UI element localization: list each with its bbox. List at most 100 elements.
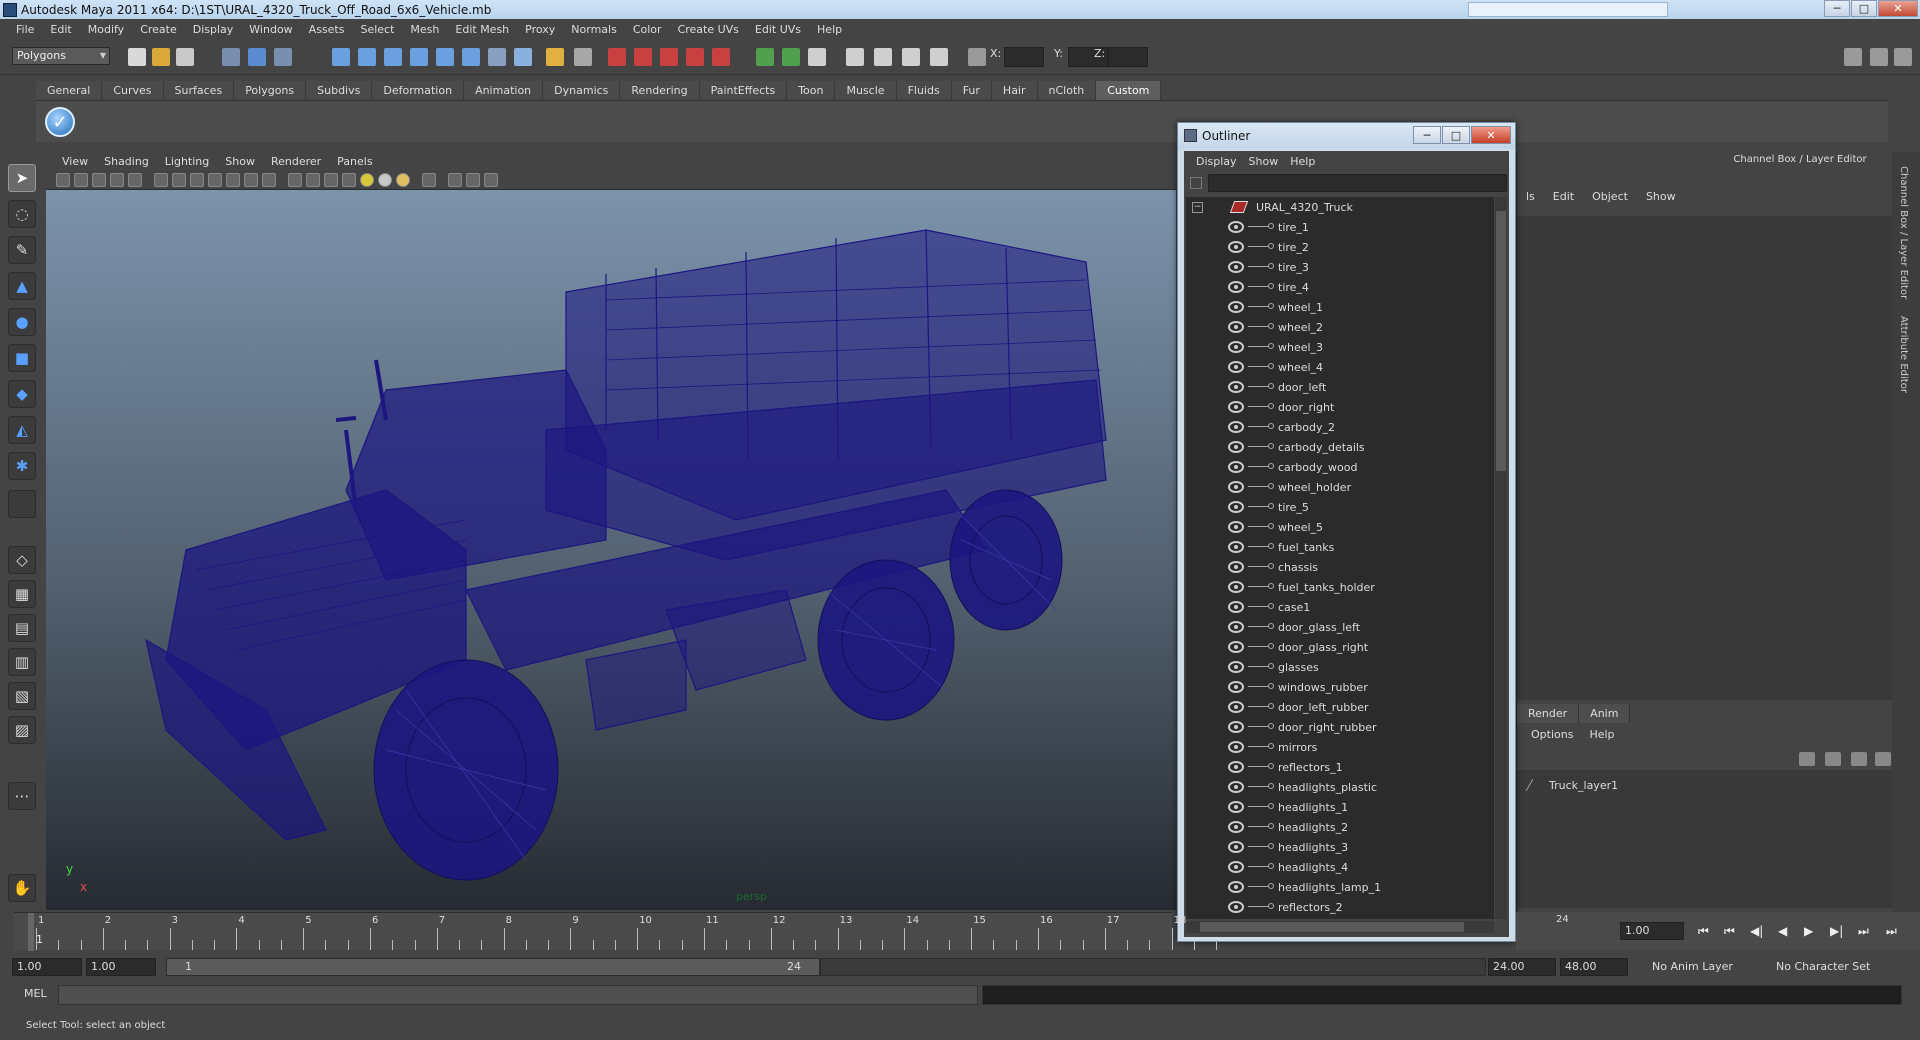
render-view-icon[interactable] [608, 48, 626, 66]
shelf-tab-painteffects[interactable]: PaintEffects [699, 81, 788, 100]
new-layer-selected-icon[interactable] [1825, 752, 1841, 766]
layer-menu-help[interactable]: Help [1589, 728, 1614, 741]
layer-down-icon[interactable] [1875, 752, 1891, 766]
shelf-tab-ncloth[interactable]: nCloth [1037, 81, 1097, 100]
current-time-field[interactable]: 1.00 [1620, 922, 1684, 940]
mel-label[interactable]: MEL [24, 987, 47, 1000]
outliner-item[interactable]: door_right [1186, 397, 1494, 417]
side-tab-attribute-editor[interactable]: Attribute Editor [1898, 316, 1909, 393]
layer-tab-anim[interactable]: Anim [1579, 704, 1631, 723]
current-time-marker[interactable] [28, 913, 34, 951]
go-to-start-icon[interactable]: ⏮ [1698, 924, 1709, 939]
shelf-tab-fluids[interactable]: Fluids [896, 81, 952, 100]
outliner-item[interactable]: wheel_4 [1186, 357, 1494, 377]
range-slider[interactable]: 1 24 [166, 958, 820, 976]
outliner-item[interactable]: wheel_5 [1186, 517, 1494, 537]
panel-menu-view[interactable]: View [54, 155, 96, 168]
ipr-render-icon[interactable] [660, 48, 678, 66]
shelf-tab-hair[interactable]: Hair [991, 81, 1038, 100]
outliner-item[interactable]: headlights_4 [1186, 857, 1494, 877]
menu-edit[interactable]: Edit [42, 23, 79, 36]
menu-normals[interactable]: Normals [563, 23, 625, 36]
render-settings-icon[interactable] [686, 48, 704, 66]
check-icon[interactable]: ✓ [45, 107, 75, 137]
help-query-icon[interactable] [514, 48, 532, 66]
channel-menu-show[interactable]: Show [1637, 190, 1685, 203]
anim-layer-dropdown[interactable]: No Anim Layer [1652, 958, 1733, 976]
last-tool-icon[interactable] [8, 490, 36, 518]
bookmark-icon[interactable] [92, 173, 106, 187]
safe-title-icon[interactable] [262, 173, 276, 187]
step-forward-key-icon[interactable]: ⏭ [1858, 924, 1869, 939]
menu-select[interactable]: Select [352, 23, 402, 36]
select-object-icon[interactable] [248, 48, 266, 66]
play-forwards-icon[interactable]: ▶ [1804, 924, 1813, 938]
outliner-title-bar[interactable]: Outliner ─ □ ✕ [1178, 123, 1515, 149]
maximize-button[interactable]: □ [1851, 0, 1877, 17]
scale-tool-icon[interactable]: ■ [8, 344, 36, 372]
menu-window[interactable]: Window [241, 23, 300, 36]
playback-start-field[interactable]: 1.00 [86, 958, 156, 976]
panel-menu-renderer[interactable]: Renderer [263, 155, 329, 168]
toggle-channel-box-icon[interactable] [1894, 48, 1912, 66]
menu-create[interactable]: Create [132, 23, 185, 36]
outliner-horizontal-scrollbar[interactable] [1186, 921, 1494, 933]
move-tool-icon[interactable]: ▲ [8, 272, 36, 300]
outliner-menu-help[interactable]: Help [1284, 155, 1321, 168]
outliner-item[interactable]: fuel_tanks_holder [1186, 577, 1494, 597]
new-scene-icon[interactable] [128, 48, 146, 66]
outliner-item[interactable]: glasses [1186, 657, 1494, 677]
film-gate-icon[interactable] [172, 173, 186, 187]
panel-menu-lighting[interactable]: Lighting [157, 155, 217, 168]
menu-display[interactable]: Display [185, 23, 242, 36]
outliner-vertical-scrollbar[interactable] [1495, 197, 1507, 919]
outliner-item[interactable]: door_left_rubber [1186, 697, 1494, 717]
select-component-icon[interactable] [274, 48, 292, 66]
shelf-tab-curves[interactable]: Curves [102, 81, 164, 100]
show-manip-icon[interactable]: ✱ [8, 452, 36, 480]
shelf-tab-general[interactable]: General [36, 81, 103, 100]
history-icon[interactable] [462, 48, 480, 66]
shelf-tab-subdivs[interactable]: Subdivs [306, 81, 373, 100]
step-forward-frame-icon[interactable]: ▶| [1830, 924, 1843, 938]
shadows-icon[interactable] [396, 173, 410, 187]
go-to-end-icon[interactable]: ⏭ [1886, 924, 1897, 939]
command-input[interactable] [58, 985, 978, 1005]
collapse-icon[interactable]: − [1192, 201, 1203, 213]
panel-menu-show[interactable]: Show [217, 155, 263, 168]
channel-menu-edit[interactable]: Edit [1544, 190, 1583, 203]
soft-mod-icon[interactable]: ◭ [8, 416, 36, 444]
layout-menu-icon[interactable]: ⋯ [8, 782, 36, 810]
copy-icon[interactable] [808, 48, 826, 66]
shelf-tab-animation[interactable]: Animation [464, 81, 544, 100]
shelf-tab-toon[interactable]: Toon [787, 81, 836, 100]
select-hierarchy-icon[interactable] [222, 48, 240, 66]
menu-help[interactable]: Help [809, 23, 850, 36]
new-layer-icon[interactable] [1799, 752, 1815, 766]
layer-up-icon[interactable] [1851, 752, 1867, 766]
outliner-item[interactable]: windows_rubber [1186, 677, 1494, 697]
select-tool-icon[interactable]: ➤ [8, 164, 36, 192]
help-search-input[interactable] [1468, 2, 1668, 17]
layer-editor-icon[interactable] [930, 48, 948, 66]
xray-icon[interactable] [448, 173, 462, 187]
outliner-item[interactable]: reflectors_2 [1186, 897, 1494, 917]
field-chart-icon[interactable] [226, 173, 240, 187]
wireframe-on-shaded-icon[interactable] [324, 173, 338, 187]
perspective-viewport[interactable]: y x persp [46, 190, 1176, 910]
toggle-tool-settings-icon[interactable] [1870, 48, 1888, 66]
lasso-tool-icon[interactable]: ◌ [8, 200, 36, 228]
menu-modify[interactable]: Modify [80, 23, 132, 36]
camera-attributes-icon[interactable] [74, 173, 88, 187]
menu-mesh[interactable]: Mesh [402, 23, 447, 36]
shelf-tab-polygons[interactable]: Polygons [234, 81, 307, 100]
play-backwards-icon[interactable]: ◀ [1778, 924, 1787, 938]
backface-culling-icon[interactable] [484, 173, 498, 187]
shelf-tab-custom[interactable]: Custom [1096, 81, 1162, 100]
save-scene-icon[interactable] [176, 48, 194, 66]
rotate-tool-icon[interactable]: ● [8, 308, 36, 336]
outliner-root-item[interactable]: − URAL_4320_Truck [1186, 197, 1494, 217]
menu-edit-uvs[interactable]: Edit UVs [747, 23, 809, 36]
two-d-pan-icon[interactable] [128, 173, 142, 187]
open-scene-icon[interactable] [152, 48, 170, 66]
